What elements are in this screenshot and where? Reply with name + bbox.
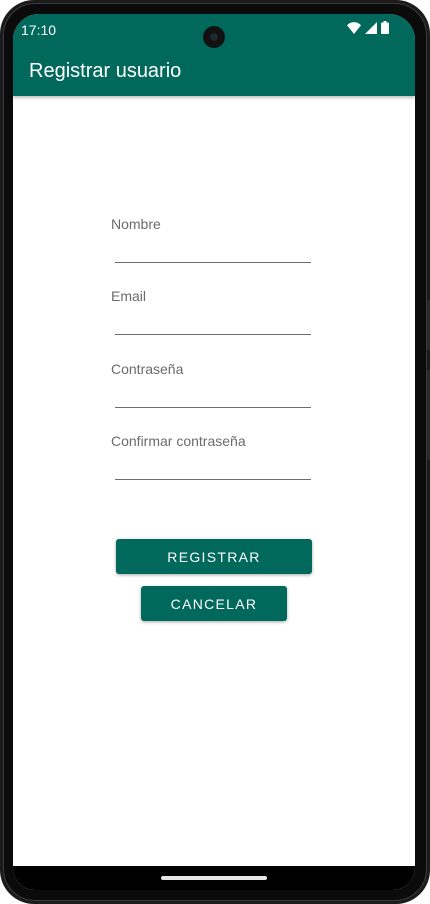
password-input[interactable] (115, 385, 311, 408)
register-button[interactable]: REGISTRAR (116, 539, 312, 574)
app-bar: Registrar usuario (13, 48, 415, 96)
confirm-password-label: Confirmar contraseña (111, 433, 246, 449)
front-camera (203, 26, 225, 48)
cancel-button[interactable]: CANCELAR (141, 586, 287, 621)
name-input[interactable] (115, 240, 311, 263)
navigation-bar (13, 866, 415, 890)
home-indicator[interactable] (161, 876, 267, 880)
confirm-password-input[interactable] (115, 457, 311, 480)
screen: 17:10 Registrar usuario Nombre Email Con… (13, 14, 415, 890)
email-input[interactable] (115, 312, 311, 335)
email-label: Email (111, 288, 147, 304)
page-title: Registrar usuario (29, 60, 182, 82)
password-label: Contraseña (111, 361, 184, 377)
status-bar: 17:10 (13, 14, 415, 48)
device-frame: 17:10 Registrar usuario Nombre Email Con… (0, 0, 430, 904)
name-label: Nombre (111, 216, 161, 232)
wifi-icon (347, 21, 361, 39)
cellular-signal-icon (365, 21, 377, 39)
status-time: 17:10 (21, 22, 57, 38)
status-icons (347, 21, 389, 39)
battery-icon (381, 21, 389, 39)
